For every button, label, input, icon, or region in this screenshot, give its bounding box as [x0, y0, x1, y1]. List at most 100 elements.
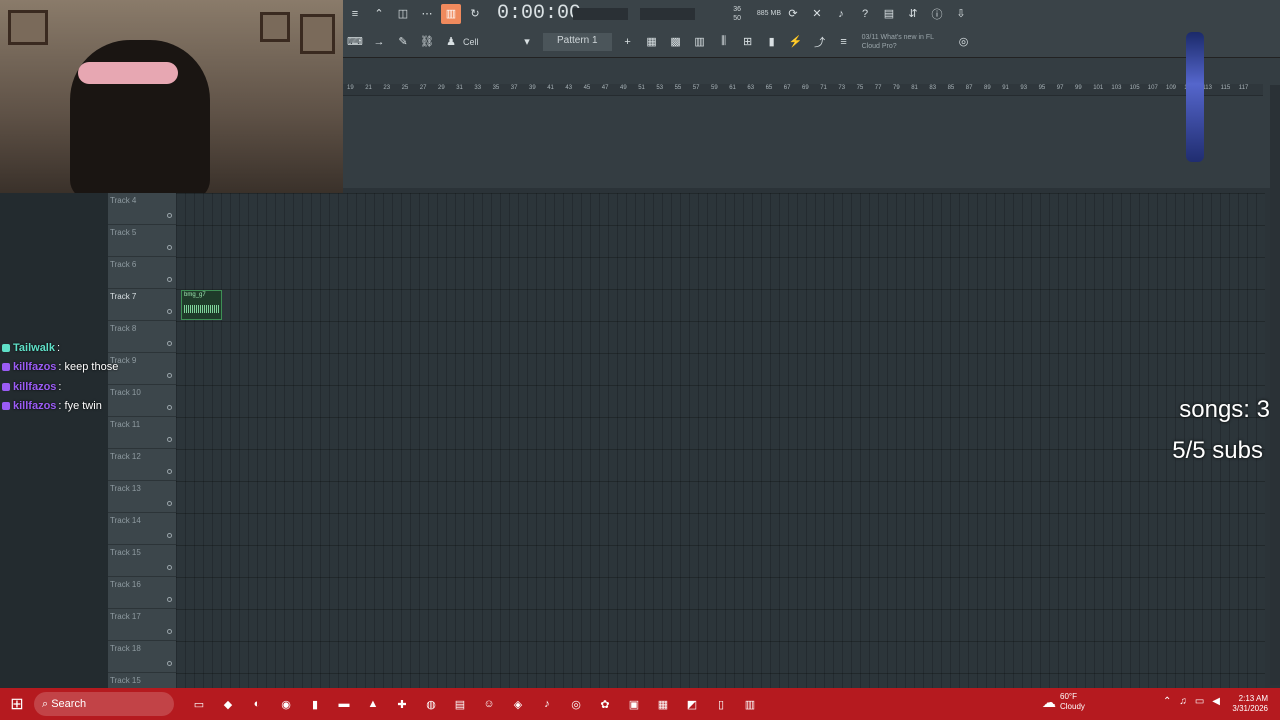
master-pitch[interactable]	[640, 7, 695, 20]
track-header[interactable]: Track 16	[108, 577, 176, 609]
app-icon[interactable]: ▤	[449, 693, 471, 715]
globe-icon[interactable]: ◎	[954, 32, 974, 52]
info-icon[interactable]: ⓘ	[927, 4, 947, 24]
track-header[interactable]: Track 5	[108, 225, 176, 257]
browser-icon[interactable]: ⊞	[738, 32, 758, 52]
track-header[interactable]: Track 4	[108, 193, 176, 225]
download-icon[interactable]: ⇩	[951, 4, 971, 24]
stamp-icon[interactable]: ♟	[441, 32, 461, 52]
loop-icon[interactable]: ↻	[465, 4, 485, 24]
weather-widget[interactable]: ☁ 60°F Cloudy	[1042, 692, 1085, 712]
metronome-icon[interactable]: ⌃	[369, 4, 389, 24]
save-icon[interactable]: ▤	[879, 4, 899, 24]
playlist-grid[interactable]	[176, 193, 1265, 688]
export-icon[interactable]: ⇵	[903, 4, 923, 24]
track-mute-icon[interactable]	[167, 309, 172, 314]
mixer-icon[interactable]: ⫼	[714, 32, 734, 52]
track-header[interactable]: Track 6	[108, 257, 176, 289]
track-mute-icon[interactable]	[167, 437, 172, 442]
notepad-icon[interactable]: ▯	[710, 693, 732, 715]
track-mute-icon[interactable]	[167, 629, 172, 634]
track-header[interactable]: Track 13	[108, 481, 176, 513]
wait-icon[interactable]: ◫	[393, 4, 413, 24]
pattern-selector[interactable]: Pattern 1	[543, 32, 612, 51]
vertical-scrollbar[interactable]	[1270, 85, 1280, 685]
ruler-tick: 19	[347, 85, 354, 91]
wall-frame	[8, 10, 48, 45]
snap-selector[interactable]: Cell	[463, 37, 515, 47]
timeline-ruler[interactable]: 19 21 23 25 27 29 31 33 35 37 39 41 43 45 47 49 51 53 55 57…	[343, 84, 1263, 96]
toolbar-row-transport: ≡ ⌃ ◫ ⋯ ▥ ↻ 0:00:00 36 50 885 MB ⟳ ✕ ♪ ? …	[343, 0, 1280, 27]
track-header[interactable]: Track 11	[108, 417, 176, 449]
countdown-icon[interactable]: ⋯	[417, 4, 437, 24]
app-icon[interactable]: ▦	[652, 693, 674, 715]
app-icon[interactable]: ▮	[304, 693, 326, 715]
track-mute-icon[interactable]	[167, 533, 172, 538]
nvidia-icon[interactable]: ◩	[681, 693, 703, 715]
windows-start-icon[interactable]: ⊞	[0, 688, 34, 720]
microphone-icon[interactable]: ♪	[831, 4, 851, 24]
discord-icon[interactable]: ☺	[478, 693, 500, 715]
task-view-icon[interactable]: ▭	[188, 693, 210, 715]
obs-icon[interactable]: ◎	[565, 693, 587, 715]
app-icon[interactable]: ◉	[275, 693, 297, 715]
app-icon[interactable]: ▲	[362, 693, 384, 715]
track-header[interactable]: Track 12	[108, 449, 176, 481]
app-icon[interactable]: ◍	[420, 693, 442, 715]
add-pattern-icon[interactable]: +	[618, 32, 638, 52]
help-icon[interactable]: ?	[855, 4, 875, 24]
app-icon[interactable]: ✚	[391, 693, 413, 715]
volume-icon[interactable]: ◀	[1212, 696, 1220, 707]
master-volume[interactable]	[573, 7, 628, 20]
audio-clip[interactable]: bmg_g7	[181, 290, 222, 320]
app-icon[interactable]: ▣	[623, 693, 645, 715]
network-icon[interactable]: ▭	[1195, 696, 1204, 707]
script-icon[interactable]: ≡	[834, 32, 854, 52]
app-icon[interactable]: ◆	[217, 693, 239, 715]
brave-icon[interactable]: ◈	[507, 693, 529, 715]
track-mute-icon[interactable]	[167, 661, 172, 666]
track-mute-icon[interactable]	[167, 245, 172, 250]
clock[interactable]: 2:13 AM 3/31/2026	[1232, 694, 1268, 714]
ruler-tick: 89	[984, 85, 991, 91]
tools-icon[interactable]: ✕	[807, 4, 827, 24]
app-icon[interactable]: ▥	[739, 693, 761, 715]
link-icon[interactable]: ⛓	[417, 32, 437, 52]
piano-roll-icon[interactable]: ▥	[690, 32, 710, 52]
ruler-tick: 63	[747, 85, 755, 91]
channel-rack-icon[interactable]: ▩	[666, 32, 686, 52]
track-header[interactable]: Track 7	[108, 289, 176, 321]
track-mute-icon[interactable]	[167, 469, 172, 474]
ruler-tick: 71	[820, 85, 827, 91]
track-header[interactable]: Track 17	[108, 609, 176, 641]
record-mode-icon[interactable]: ▥	[441, 3, 461, 24]
track-header[interactable]: Track 15	[108, 545, 176, 577]
tiktok-icon[interactable]: ♪	[536, 693, 558, 715]
refresh-icon[interactable]: ⟳	[783, 4, 803, 24]
file-explorer-icon[interactable]: ▬	[333, 693, 355, 715]
track-mute-icon[interactable]	[167, 565, 172, 570]
search-box[interactable]: ⌕ Search	[34, 692, 174, 716]
tempo-icon[interactable]: ⤴	[810, 32, 830, 52]
edge-icon[interactable]: ◐	[246, 693, 268, 715]
keyboard-icon[interactable]: ⌨	[345, 32, 365, 52]
arrow-icon[interactable]: →	[369, 32, 389, 52]
chevron-down-icon[interactable]: ▾	[517, 32, 537, 52]
fl-studio-icon[interactable]: ✿	[594, 693, 616, 715]
plugin-icon[interactable]: ⚡	[786, 32, 806, 52]
ruler-tick: 53	[656, 85, 664, 91]
playlist-icon[interactable]: ▦	[642, 32, 662, 52]
clipboard-icon[interactable]: ▮	[762, 32, 782, 52]
ruler-tick: 117	[1238, 85, 1249, 91]
track-mute-icon[interactable]	[167, 597, 172, 602]
chevron-up-icon[interactable]: ⌃	[1163, 696, 1171, 707]
track-mute-icon[interactable]	[167, 277, 172, 282]
track-mute-icon[interactable]	[167, 501, 172, 506]
news-panel[interactable]: 03/11 What's new in FL Cloud Pro?	[862, 33, 952, 51]
track-header[interactable]: Track 18	[108, 641, 176, 673]
track-mute-icon[interactable]	[167, 213, 172, 218]
pencil-icon[interactable]: ✎	[393, 32, 413, 52]
microphone-icon[interactable]: ♫	[1179, 696, 1187, 707]
menu-icon[interactable]: ≡	[345, 4, 365, 24]
track-header[interactable]: Track 14	[108, 513, 176, 545]
